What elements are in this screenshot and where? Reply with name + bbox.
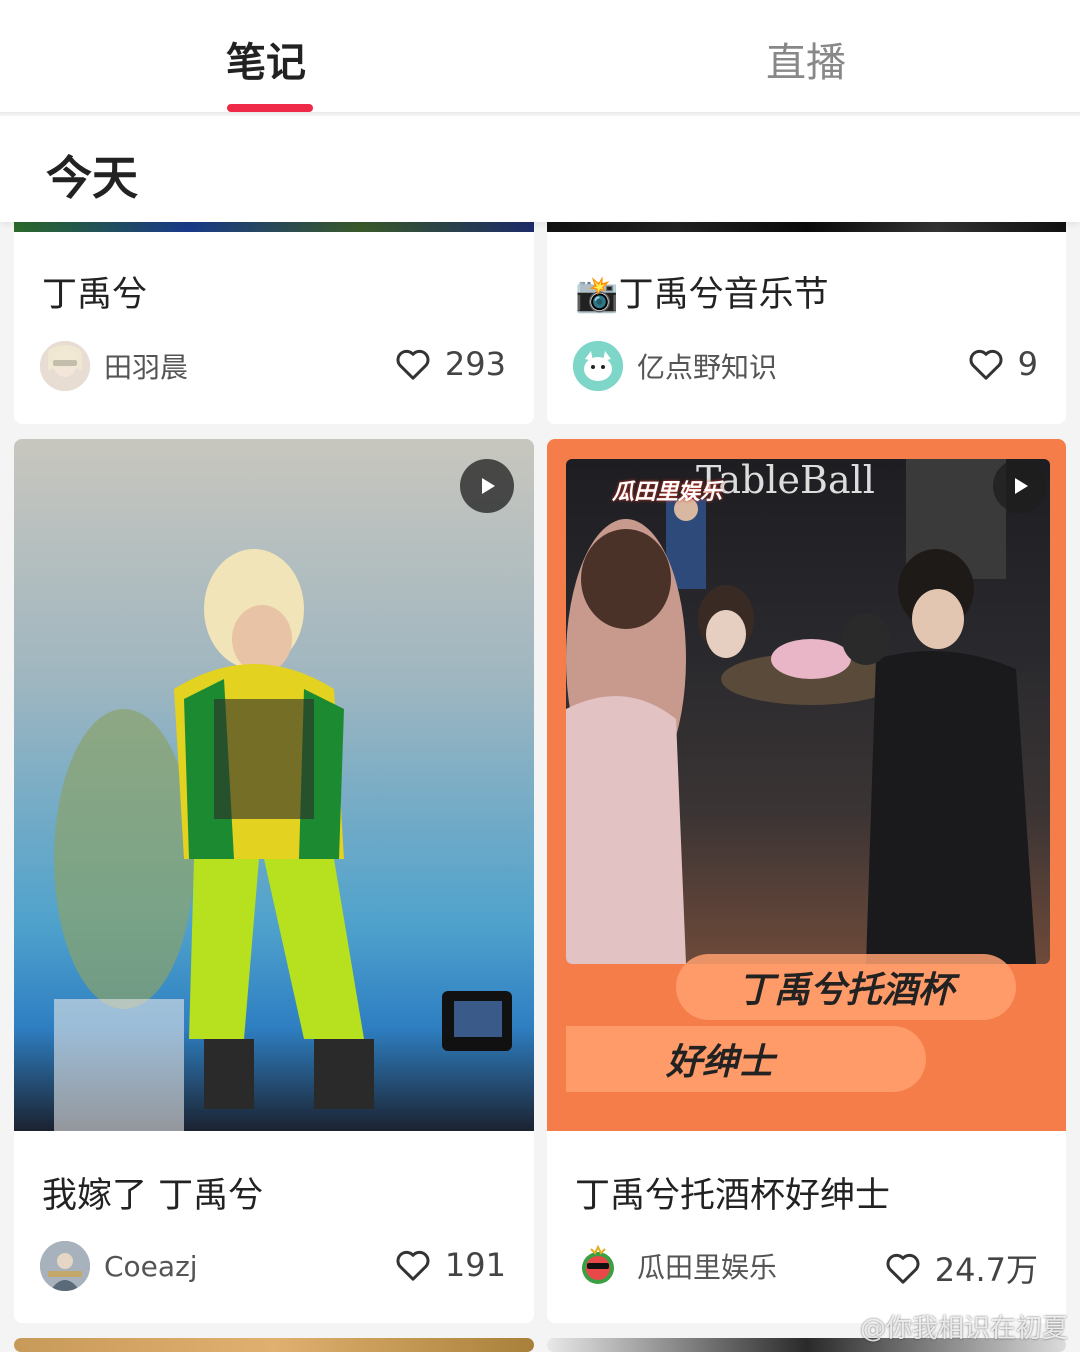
tab-notes[interactable]: 笔记 — [226, 30, 306, 88]
note-card[interactable]: 我嫁了 丁禹兮 Coeazj 191 — [14, 439, 534, 1323]
performer-illustration — [54, 549, 512, 1131]
video-caption-line-2: 好绅士 — [566, 1026, 926, 1092]
video-caption-line-1: 丁禹兮托酒杯 — [676, 954, 1016, 1020]
author-name: 瓜田里娱乐 — [637, 1251, 778, 1284]
like-count: 24.7万 — [934, 1251, 1038, 1289]
avatar — [573, 341, 623, 391]
avatar — [40, 1241, 90, 1291]
heart-icon — [396, 349, 430, 380]
section-header: 今天 — [0, 116, 1080, 222]
author-name: 亿点野知识 — [637, 351, 778, 384]
card-title: 丁禹兮 — [42, 275, 148, 315]
play-icon[interactable] — [460, 459, 514, 513]
card-title: 📸丁禹兮音乐节 — [575, 275, 829, 315]
card-video-thumbnail — [14, 439, 534, 1131]
card-author[interactable]: Coeazj — [40, 1241, 198, 1291]
avatar — [573, 1241, 623, 1291]
venue-sign-text: TableBall — [696, 458, 875, 502]
note-card[interactable]: 丁禹兮托酒杯好绅士 瓜田里娱乐 24.7万 — [547, 439, 1066, 1323]
heart-icon — [396, 1250, 430, 1281]
like-count: 293 — [444, 345, 506, 383]
section-title: 今天 — [46, 151, 138, 205]
avatar — [40, 341, 90, 391]
card-title: 我嫁了 丁禹兮 — [42, 1176, 264, 1216]
author-name: 田羽晨 — [104, 351, 189, 384]
video-frame — [566, 459, 1050, 964]
watermark: @你我相识在初夏 — [859, 1314, 1068, 1344]
like-button[interactable]: 191 — [393, 1245, 506, 1285]
card-title: 丁禹兮托酒杯好绅士 — [575, 1176, 891, 1216]
like-count: 9 — [1017, 345, 1038, 383]
note-card-partial[interactable] — [14, 1338, 534, 1352]
card-author[interactable]: 瓜田里娱乐 — [573, 1241, 777, 1291]
card-author[interactable]: 亿点野知识 — [573, 341, 777, 391]
like-count: 191 — [444, 1246, 506, 1284]
active-tab-indicator — [227, 104, 313, 112]
top-tab-bar: 笔记 直播 — [0, 0, 1080, 114]
note-card[interactable]: 📸丁禹兮音乐节 亿点野知识 9 — [547, 214, 1066, 424]
like-button[interactable]: 293 — [393, 344, 506, 384]
brand-tag: 瓜田里娱乐 — [612, 480, 723, 505]
like-button[interactable]: 24.7万 — [883, 1245, 1038, 1291]
play-icon[interactable] — [993, 459, 1047, 513]
author-name: Coeazj — [104, 1249, 198, 1283]
heart-icon — [886, 1253, 920, 1284]
heart-icon — [969, 349, 1003, 380]
card-author[interactable]: 田羽晨 — [40, 341, 188, 391]
like-button[interactable]: 9 — [966, 344, 1038, 384]
tab-live[interactable]: 直播 — [766, 30, 846, 88]
note-card[interactable]: 丁禹兮 田羽晨 293 — [14, 214, 534, 424]
